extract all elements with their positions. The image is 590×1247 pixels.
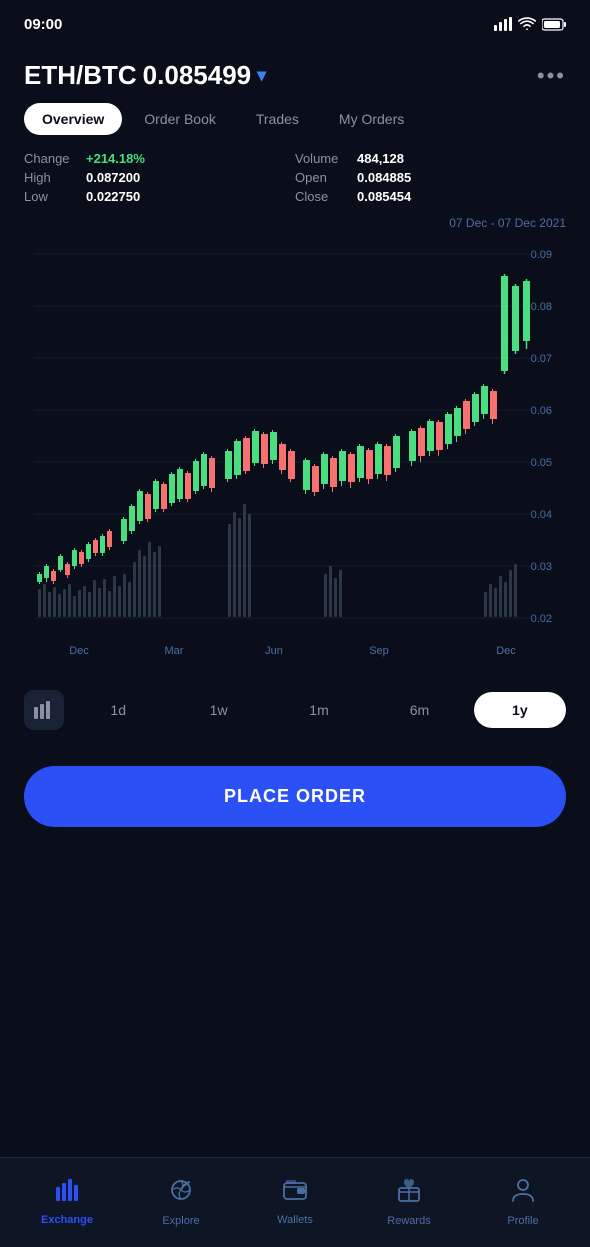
svg-text:0.09: 0.09 xyxy=(531,249,552,261)
explore-nav-label: Explore xyxy=(162,1215,199,1227)
exchange-nav-label: Exchange xyxy=(41,1214,93,1226)
place-order-section: PLACE ORDER xyxy=(0,746,590,847)
bottom-nav: Exchange Explore Wallets xyxy=(0,1157,590,1247)
svg-text:Jun: Jun xyxy=(265,645,283,657)
stat-volume: Volume 484,128 xyxy=(295,151,566,166)
timeperiod-1y-button[interactable]: 1y xyxy=(474,692,566,728)
pair-label: ETH/BTC xyxy=(24,60,137,91)
timeperiod-1d-button[interactable]: 1d xyxy=(72,692,164,728)
wallets-icon xyxy=(283,1179,307,1208)
svg-text:0.03: 0.03 xyxy=(531,561,552,573)
timeperiod-1m-button[interactable]: 1m xyxy=(273,692,365,728)
signal-icon xyxy=(494,17,512,31)
nav-item-profile[interactable]: Profile xyxy=(466,1178,580,1227)
chart-svg: 0.09 0.08 0.07 0.06 0.05 0.04 0.03 0.02 xyxy=(24,234,566,674)
close-value: 0.085454 xyxy=(357,189,411,204)
tab-myorders[interactable]: My Orders xyxy=(321,103,422,135)
status-bar: 09:00 xyxy=(0,0,590,44)
nav-item-wallets[interactable]: Wallets xyxy=(238,1179,352,1226)
svg-text:Mar: Mar xyxy=(165,645,184,657)
tab-orderbook[interactable]: Order Book xyxy=(126,103,234,135)
date-range: 07 Dec - 07 Dec 2021 xyxy=(0,212,590,234)
svg-text:0.08: 0.08 xyxy=(531,301,552,313)
candlestick-chart: 0.09 0.08 0.07 0.06 0.05 0.04 0.03 0.02 xyxy=(24,234,566,674)
tab-trades[interactable]: Trades xyxy=(238,103,317,135)
volume-value: 484,128 xyxy=(357,151,404,166)
stat-open: Open 0.084885 xyxy=(295,170,566,185)
time-selector: 1d 1w 1m 6m 1y xyxy=(0,674,590,746)
high-label: High xyxy=(24,170,76,185)
nav-item-exchange[interactable]: Exchange xyxy=(10,1179,124,1226)
svg-text:0.02: 0.02 xyxy=(531,613,552,625)
high-value: 0.087200 xyxy=(86,170,140,185)
svg-text:0.05: 0.05 xyxy=(531,457,552,469)
nav-item-rewards[interactable]: Rewards xyxy=(352,1178,466,1227)
exchange-icon xyxy=(54,1179,80,1208)
open-value: 0.084885 xyxy=(357,170,411,185)
low-value: 0.022750 xyxy=(86,189,140,204)
svg-text:Dec: Dec xyxy=(496,645,516,657)
nav-item-explore[interactable]: Explore xyxy=(124,1178,238,1227)
stats-panel: Change +214.18% Volume 484,128 High 0.08… xyxy=(0,151,590,204)
timeperiod-1w-button[interactable]: 1w xyxy=(172,692,264,728)
svg-text:0.06: 0.06 xyxy=(531,405,552,417)
more-options-button[interactable]: ••• xyxy=(537,63,566,89)
chart-type-button[interactable] xyxy=(24,690,64,730)
status-time: 09:00 xyxy=(24,16,62,33)
volume-label: Volume xyxy=(295,151,347,166)
status-icons xyxy=(494,17,566,31)
svg-text:Sep: Sep xyxy=(369,645,389,657)
bar-chart-icon xyxy=(34,701,54,719)
low-label: Low xyxy=(24,189,76,204)
wallets-nav-label: Wallets xyxy=(277,1214,313,1226)
stat-low: Low 0.022750 xyxy=(24,189,295,204)
svg-text:Dec: Dec xyxy=(69,645,89,657)
pair-title: ETH/BTC 0.085499 ▾ xyxy=(24,60,266,91)
pair-price: 0.085499 xyxy=(143,60,251,91)
tabs-container: Overview Order Book Trades My Orders xyxy=(24,103,566,135)
timeperiod-6m-button[interactable]: 6m xyxy=(373,692,465,728)
change-value: +214.18% xyxy=(86,151,145,166)
rewards-icon xyxy=(396,1178,422,1209)
stat-high: High 0.087200 xyxy=(24,170,295,185)
wifi-icon xyxy=(518,17,536,31)
open-label: Open xyxy=(295,170,347,185)
tab-overview[interactable]: Overview xyxy=(24,103,122,135)
svg-text:0.07: 0.07 xyxy=(531,353,552,365)
profile-nav-label: Profile xyxy=(507,1215,538,1227)
stat-close: Close 0.085454 xyxy=(295,189,566,204)
battery-icon xyxy=(542,18,566,31)
place-order-button[interactable]: PLACE ORDER xyxy=(24,766,566,827)
svg-text:0.04: 0.04 xyxy=(531,509,552,521)
rewards-nav-label: Rewards xyxy=(387,1215,430,1227)
explore-icon xyxy=(169,1178,193,1209)
close-label: Close xyxy=(295,189,347,204)
profile-icon xyxy=(512,1178,534,1209)
stat-change: Change +214.18% xyxy=(24,151,295,166)
header: ETH/BTC 0.085499 ▾ ••• xyxy=(0,44,590,103)
change-label: Change xyxy=(24,151,76,166)
dropdown-arrow-icon[interactable]: ▾ xyxy=(257,65,266,86)
